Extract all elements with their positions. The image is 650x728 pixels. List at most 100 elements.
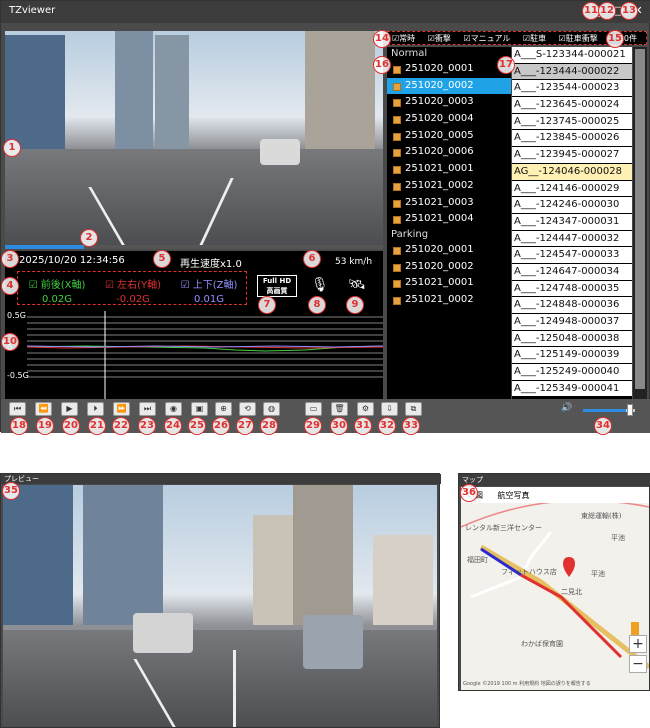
file-item[interactable]: A___-124647-000034: [512, 263, 632, 281]
settings-icon[interactable]: ⚙: [357, 402, 374, 416]
folder-item[interactable]: 251020_0006: [387, 144, 511, 161]
preview-title: プレビュー: [1, 474, 441, 484]
vehicle-speed: 53 km/h: [335, 257, 373, 267]
file-item[interactable]: A___-123444-000022: [512, 63, 632, 81]
file-item[interactable]: A___-124748-000035: [512, 280, 632, 298]
folder-item[interactable]: 251020_0001: [387, 242, 511, 259]
globe-icon[interactable]: ◍: [263, 402, 280, 416]
file-item[interactable]: A___-124146-000029: [512, 180, 632, 198]
folder-item[interactable]: 251021_0002: [387, 292, 511, 309]
file-item[interactable]: A___-124547-000033: [512, 247, 632, 264]
folder-item[interactable]: 251020_0002: [387, 77, 511, 95]
delete-icon[interactable]: 🗑: [331, 402, 348, 416]
filter-parking[interactable]: ☑駐車: [523, 34, 551, 43]
folder-item[interactable]: 251021_0001: [387, 161, 511, 178]
zoom-out-button[interactable]: −: [629, 655, 647, 673]
folder-item[interactable]: 251021_0002: [387, 178, 511, 195]
callout-number: 10: [1, 333, 19, 351]
step-forward-button[interactable]: ⏵: [87, 402, 104, 416]
map-view[interactable]: 地図 航空写真 レンタル新三洋センター 東総運輸(株) フィットハウス店 平池 …: [461, 487, 649, 690]
file-item[interactable]: A___-124447-000032: [512, 230, 632, 248]
folder-icon: [393, 296, 401, 305]
folder-item[interactable]: 251020_0005: [387, 128, 511, 145]
folder-item[interactable]: 251021_0003: [387, 195, 511, 212]
snapshot-icon[interactable]: ◉: [165, 402, 182, 416]
window-icon[interactable]: ⧉: [405, 402, 422, 416]
preview-video[interactable]: [3, 485, 437, 727]
map-footer: Google ©2019 100 m 利用規約 地図の誤りを報告する: [463, 681, 591, 687]
filter-impact[interactable]: ☑衝撃: [428, 34, 456, 43]
file-item[interactable]: A___-123745-000025: [512, 113, 632, 131]
callout-number: 8: [308, 296, 326, 314]
callout-number: 35: [2, 482, 20, 500]
gsensor-x[interactable]: ☑ 前後(X軸) 0.02G: [22, 276, 92, 305]
file-item[interactable]: A___-125149-000039: [512, 347, 632, 365]
file-item[interactable]: A___-125048-000038: [512, 330, 632, 348]
video-player[interactable]: [5, 31, 383, 245]
timestamp: 2025/10/20 12:34:56: [19, 255, 125, 266]
gsensor-y[interactable]: ☑ 左右(Y軸) -0.02G: [98, 276, 168, 305]
csv-export-icon[interactable]: ⇩: [381, 402, 398, 416]
file-item[interactable]: A___-123945-000027: [512, 147, 632, 164]
callout-number: 17: [497, 56, 515, 74]
building-image: [3, 485, 73, 626]
volume-knob[interactable]: [627, 404, 633, 416]
folder-item[interactable]: 251020_0002: [387, 259, 511, 276]
file-item[interactable]: AG__-124046-000028: [512, 163, 632, 181]
fast-forward-button[interactable]: ⏩: [113, 402, 130, 416]
building-image: [293, 485, 353, 626]
folder-open-icon[interactable]: ▭: [305, 402, 322, 416]
folder-item[interactable]: 251021_0001: [387, 275, 511, 292]
building-image: [115, 31, 153, 156]
zoom-icon[interactable]: ⊕: [215, 402, 232, 416]
file-item[interactable]: A___S-123344-000021: [512, 47, 632, 64]
rewind-button[interactable]: ⏪: [35, 402, 52, 416]
file-item[interactable]: A___-124848-000036: [512, 297, 632, 314]
callout-number: 26: [212, 417, 230, 435]
file-item[interactable]: A___-125349-000041: [512, 380, 632, 398]
file-item[interactable]: A___-124948-000037: [512, 314, 632, 331]
progress-fill: [5, 245, 85, 249]
rotate-icon[interactable]: ⟲: [239, 402, 256, 416]
skip-first-button[interactable]: ⏮: [9, 402, 26, 416]
callout-number: 30: [330, 417, 348, 435]
speaker-icon[interactable]: 🔊: [561, 403, 572, 413]
file-item[interactable]: A___-123544-000023: [512, 80, 632, 98]
zoom-in-button[interactable]: +: [629, 635, 647, 653]
skip-last-button[interactable]: ⏭: [139, 402, 156, 416]
playback-progress[interactable]: [5, 245, 383, 249]
filter-parking-impact[interactable]: ☑駐車衝撃: [559, 34, 603, 43]
file-item[interactable]: A___-124347-000031: [512, 213, 632, 231]
tab-satellite[interactable]: 航空写真: [492, 487, 536, 504]
filter-manual[interactable]: ☑マニュアル: [463, 34, 515, 43]
callout-number: 6: [303, 250, 321, 268]
video-clip-icon[interactable]: ▣: [191, 402, 208, 416]
callout-number: 28: [260, 417, 278, 435]
callout-number: 7: [258, 296, 276, 314]
folder-item[interactable]: 251021_0004: [387, 211, 511, 228]
app-title: TZviewer: [9, 5, 56, 16]
folder-item[interactable]: 251020_0003: [387, 94, 511, 111]
file-item[interactable]: A___-123845-000026: [512, 130, 632, 148]
callout-number: 32: [378, 417, 396, 435]
callout-number: 34: [594, 417, 612, 435]
scrollbar-thumb[interactable]: [635, 49, 645, 389]
callout-number: 9: [346, 296, 364, 314]
car-image: [260, 139, 300, 165]
filter-normal[interactable]: ☑常時: [392, 34, 420, 43]
volume-fill: [583, 409, 626, 412]
building-image: [5, 35, 65, 156]
callout-number: 4: [1, 277, 19, 295]
play-button[interactable]: ▶: [61, 402, 78, 416]
file-item[interactable]: A___-123645-000024: [512, 97, 632, 114]
file-item[interactable]: A___-124246-000030: [512, 197, 632, 214]
playback-speed-label: 再生速度x1.0: [180, 259, 242, 270]
file-list-scrollbar[interactable]: [633, 47, 647, 399]
building-image: [373, 535, 433, 626]
folder-item[interactable]: 251020_0001: [387, 61, 511, 78]
folder-item[interactable]: 251020_0004: [387, 111, 511, 128]
road-image: [3, 630, 437, 727]
building-image: [253, 515, 293, 626]
gsensor-z[interactable]: ☑ 上下(Z軸) 0.01G: [174, 276, 244, 305]
file-item[interactable]: A___-125249-000040: [512, 364, 632, 381]
